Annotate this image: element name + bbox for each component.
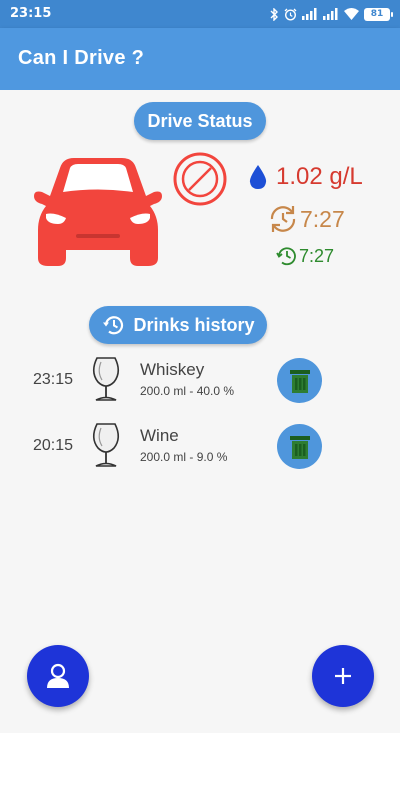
- trash-icon: [289, 435, 310, 459]
- wifi-icon: [344, 8, 359, 20]
- drink-time: 20:15: [33, 437, 74, 454]
- trash-icon: [289, 369, 310, 393]
- no-drive-icon: [173, 152, 227, 206]
- main-content: Drive Status 1.02 g/L 7:27 7:27 Drinks h…: [0, 90, 400, 733]
- app-bar: Can I Drive ?: [0, 28, 400, 90]
- drink-name: Wine: [140, 426, 179, 445]
- delete-drink-button[interactable]: [277, 424, 322, 469]
- bottom-area: [0, 733, 400, 800]
- sober-time-value: 7:27: [300, 205, 345, 232]
- glass-icon: [92, 423, 120, 467]
- plus-icon: [335, 668, 351, 684]
- status-bar: 23:15 81: [0, 0, 400, 28]
- drink-details: 200.0 ml - 9.0 %: [140, 450, 228, 464]
- drink-details: 200.0 ml - 40.0 %: [140, 384, 235, 398]
- drive-time-value: 7:27: [299, 245, 335, 266]
- drink-name: Whiskey: [140, 360, 205, 379]
- bac-value: 1.02 g/L: [276, 163, 363, 190]
- bac-readout: 1.02 g/L: [248, 163, 363, 191]
- profile-button[interactable]: [27, 645, 89, 707]
- car-icon: [34, 158, 162, 266]
- list-item: 20:15 Wine 200.0 ml - 9.0 %: [0, 418, 400, 474]
- status-time: 23:15: [10, 6, 52, 21]
- sober-time: 7:27: [266, 202, 345, 236]
- drink-time: 23:15: [33, 371, 74, 388]
- timer-history-icon: [276, 247, 296, 266]
- drop-icon: [249, 165, 267, 189]
- drive-status-label: Drive Status: [134, 102, 266, 140]
- bluetooth-icon: [270, 7, 278, 21]
- drinks-history-text: Drinks history: [133, 314, 255, 335]
- glass-icon: [92, 357, 120, 401]
- app-title: Can I Drive ?: [18, 47, 145, 69]
- signal-icon: [302, 8, 317, 20]
- user-icon: [47, 663, 69, 688]
- status-icons: 81: [270, 7, 393, 21]
- signal-icon: [323, 8, 338, 20]
- history-icon: [103, 316, 124, 335]
- battery-icon: 81: [364, 7, 393, 21]
- drinks-history-label: Drinks history: [89, 306, 267, 344]
- add-drink-button[interactable]: [312, 645, 374, 707]
- drive-time: 7:27: [275, 244, 334, 268]
- timer-refresh-icon: [270, 206, 296, 232]
- alarm-icon: [284, 8, 297, 21]
- list-item: 23:15 Whiskey 200.0 ml - 40.0 %: [0, 352, 400, 408]
- delete-drink-button[interactable]: [277, 358, 322, 403]
